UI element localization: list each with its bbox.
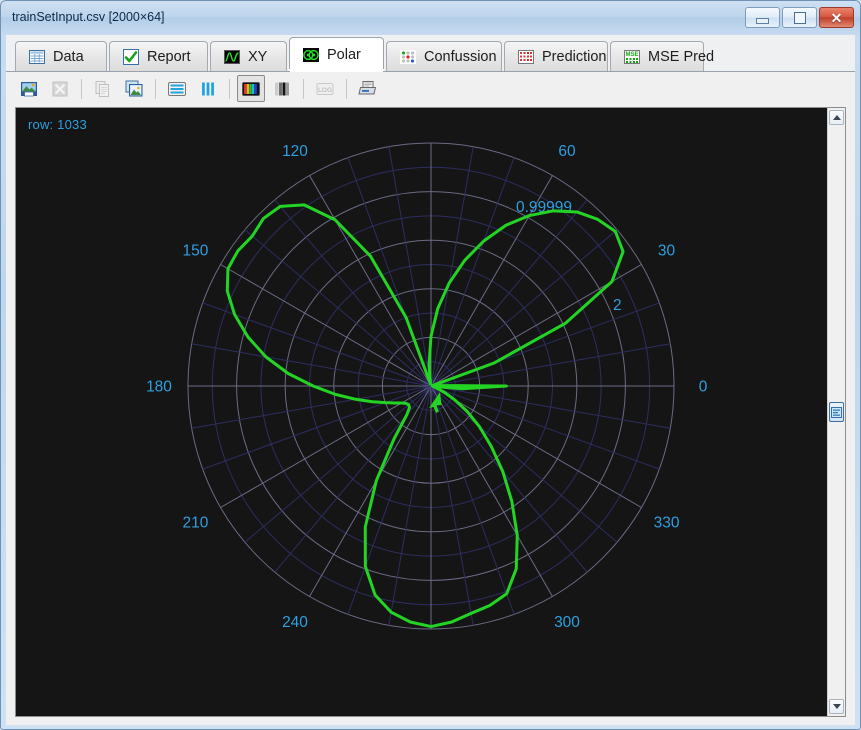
gray-mode-icon — [275, 82, 289, 95]
client-area: Data Report XY Polar Confussion Prediction MSE… — [6, 35, 855, 725]
window-title: trainSetInput.csv [2000×64] — [12, 10, 165, 24]
save-image-button[interactable] — [15, 75, 43, 102]
tab-label: XY — [248, 48, 268, 65]
tab-label: Report — [147, 48, 191, 65]
log-scale-icon: LOG — [316, 82, 334, 95]
polar-plot-panel: row: 1033 0 30 60 120 150 180 210 240 300 330 0.99… — [15, 107, 846, 717]
tab-label: Prediction — [542, 48, 607, 65]
title-bar: trainSetInput.csv [2000×64] ✕ — [1, 1, 860, 35]
color-mode-icon — [242, 81, 260, 96]
close-button[interactable]: ✕ — [819, 7, 854, 28]
maximize-icon — [793, 11, 806, 24]
columns-view-icon — [202, 82, 214, 95]
confusion-icon — [400, 49, 416, 64]
toolbar-separator — [346, 78, 347, 99]
active-tab-underline — [289, 69, 384, 71]
tab-data[interactable]: Data — [15, 41, 107, 71]
scroll-down-button[interactable] — [829, 699, 844, 714]
tab-bar: Data Report XY Polar Confussion Prediction MSE… — [6, 35, 855, 72]
tab-mse-pred[interactable]: MSE MSE Pred — [610, 41, 714, 71]
copy-image-icon — [125, 80, 143, 96]
angle-tick-label: 120 — [282, 143, 308, 160]
scrollbar-thumb[interactable] — [829, 402, 844, 422]
toolbar-separator — [155, 78, 156, 99]
columns-view-button[interactable] — [194, 75, 222, 102]
tab-label: MSE Pred — [648, 48, 715, 65]
tab-confussion[interactable]: Confussion — [386, 41, 502, 71]
series-line — [225, 203, 625, 629]
angle-tick-label: 30 — [658, 243, 676, 260]
polar-plot-area[interactable]: row: 1033 0 30 60 120 150 180 210 240 300 330 0.99… — [16, 108, 828, 716]
vertical-scrollbar[interactable] — [827, 108, 845, 716]
copy-button — [89, 75, 117, 102]
application-window: trainSetInput.csv [2000×64] ✕ Data Report… — [0, 0, 861, 730]
chevron-up-icon — [832, 115, 841, 120]
print-button[interactable] — [354, 75, 382, 102]
waveform-icon — [224, 49, 240, 64]
toolbar-separator — [81, 78, 82, 99]
polar-icon — [303, 48, 319, 62]
angle-tick-label: 240 — [282, 614, 308, 631]
copy-image-button[interactable] — [120, 75, 148, 102]
radial-tick-label: 2 — [613, 297, 622, 314]
polar-chart: 03060120150180210240 3003300.999992 — [146, 142, 708, 631]
angle-tick-label: 210 — [183, 515, 209, 532]
angle-tick-label: 150 — [183, 243, 209, 260]
tab-label: Data — [53, 48, 84, 65]
tab-label: Confussion — [424, 48, 497, 65]
checkmark-icon — [123, 48, 139, 65]
svg-text:MSE: MSE — [625, 52, 638, 58]
minimize-icon — [756, 17, 769, 24]
grid-red-icon — [518, 49, 534, 64]
chevron-down-icon — [832, 704, 841, 709]
export-excel-button — [46, 75, 74, 102]
angle-tick-label: 330 — [654, 515, 680, 532]
svg-text:LOG: LOG — [318, 86, 332, 93]
list-icon — [831, 406, 842, 418]
copy-icon — [95, 80, 109, 97]
window-controls: ✕ — [745, 7, 854, 28]
mse-icon: MSE — [624, 49, 640, 64]
gray-mode-button[interactable] — [268, 75, 296, 102]
tab-prediction[interactable]: Prediction — [504, 41, 608, 71]
minimize-button[interactable] — [745, 7, 780, 28]
table-icon — [29, 49, 45, 64]
scroll-up-button[interactable] — [829, 110, 844, 125]
close-icon: ✕ — [830, 9, 843, 26]
log-scale-button: LOG — [311, 75, 339, 102]
print-icon — [358, 80, 377, 94]
toolbar: LOG — [6, 72, 855, 105]
angle-tick-label: 60 — [558, 143, 576, 160]
color-mode-button[interactable] — [237, 75, 265, 102]
toolbar-separator — [303, 78, 304, 99]
angle-tick-label: 300 — [554, 614, 580, 631]
tab-polar[interactable]: Polar — [289, 37, 384, 72]
angle-tick-label: 0 — [699, 379, 708, 396]
export-excel-icon — [52, 81, 68, 96]
tab-report[interactable]: Report — [109, 41, 208, 71]
save-image-icon — [21, 81, 37, 96]
rows-view-button[interactable] — [163, 75, 191, 102]
angle-tick-label: 180 — [146, 379, 172, 396]
maximize-button[interactable] — [782, 7, 817, 28]
toolbar-separator — [229, 78, 230, 99]
tab-xy[interactable]: XY — [210, 41, 287, 71]
rows-view-icon — [168, 81, 186, 96]
tab-label: Polar — [327, 47, 361, 63]
